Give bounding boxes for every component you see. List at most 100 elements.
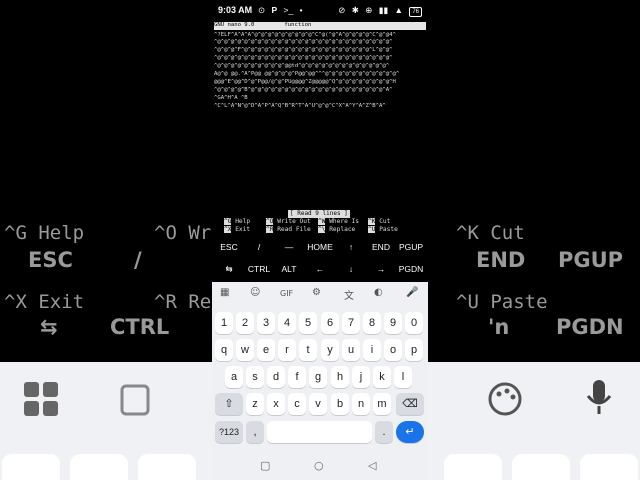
shift-key[interactable]: ⇧ [215,393,243,415]
text-line[interactable]: ^@^@^@^@^@^@^@^@^@^@^@^@^@^@^@^@^@^@^@^@… [214,39,426,47]
key-9[interactable]: 9 [384,312,402,334]
key-o[interactable]: o [384,339,402,361]
bg-key-cell [444,454,502,480]
tab-key[interactable]: ⇆ [214,264,244,275]
text-line[interactable]: ^GA^H^A ^B [214,95,426,103]
recents-icon[interactable]: ▢ [260,459,270,472]
key-1[interactable]: 1 [215,312,233,334]
dash-key[interactable]: — [274,242,304,252]
slash-key[interactable]: / [244,242,274,252]
key-c[interactable]: c [288,393,306,415]
key-k[interactable]: k [373,366,391,388]
end-key[interactable]: END [366,242,396,252]
bg-key: 'n [488,315,510,339]
shortcut-read-file[interactable]: ^R Read File [266,226,311,234]
microphone-icon[interactable]: 🎤 [406,287,418,298]
bg-help-item: ^K Cut [456,222,525,244]
shortcut-paste[interactable]: ^U Paste [368,226,398,234]
text-line[interactable]: ^@^@^@^F^@^@^@^@^@^@^@^@^@^@^@^@^@^@^@^@… [214,47,426,55]
symbols-key[interactable]: ?123 [215,421,243,443]
left-arrow-key[interactable]: ← [305,264,335,274]
ctrl-key[interactable]: CTRL [244,264,274,274]
record-icon: ⊙ [258,5,266,15]
key-2[interactable]: 2 [236,312,254,334]
key-f[interactable]: f [288,366,306,388]
settings-icon[interactable]: ⚙ [312,287,321,298]
key-3[interactable]: 3 [257,312,275,334]
shortcut-label: Where Is [329,218,359,225]
key-r[interactable]: r [278,339,296,361]
sticker-icon[interactable]: ☺ [250,287,260,298]
key-w[interactable]: w [236,339,254,361]
key-a[interactable]: a [225,366,243,388]
text-line[interactable]: ^@^@^@^@^@^@^@^@^@^@^@^@^@^@^@^@^@^@^@^@… [214,55,426,63]
period-key[interactable]: . [375,421,393,443]
shortcut-help[interactable]: ^G Help [224,218,250,226]
key-u[interactable]: u [342,339,360,361]
comma-key[interactable]: , [246,421,264,443]
apps-grid-icon[interactable]: ▦ [220,287,229,298]
status-bar: 9:03 AM ⊙ P >_ • ⊘ ✱ ⊕ ▮▮ ▲ 76 [212,0,428,20]
nano-editor[interactable]: GNU nano 9.0 function ^?ELF^A^A^A^@^@^@^@… [214,22,426,109]
key-n[interactable]: n [352,393,370,415]
alt-key[interactable]: ALT [274,264,304,274]
right-arrow-key[interactable]: → [366,264,396,274]
shortcut-replace[interactable]: ^\ Replace [318,226,355,234]
enter-key[interactable]: ↵ [396,421,424,443]
pgdn-key[interactable]: PGDN [396,264,426,274]
translate-icon[interactable]: 文 [344,287,354,302]
data-icon: ⊕ [365,5,373,15]
shortcut-write-out[interactable]: ^O Write Out [266,218,311,226]
backspace-key[interactable]: ⌫ [396,393,424,415]
battery-icon: 76 [409,7,422,17]
key-v[interactable]: v [309,393,327,415]
key-t[interactable]: t [299,339,317,361]
key-s[interactable]: s [246,366,264,388]
key-l[interactable]: l [394,366,412,388]
bg-key-cell [138,454,196,480]
text-line[interactable]: A@^@ @@.^A^P@@ @@^@^@^@^P@@^@@^^^@^@^@^@… [214,71,426,79]
sticker-icon [120,384,150,416]
bg-key: PGUP [558,248,624,272]
key-m[interactable]: m [373,393,391,415]
shortcut-where-is[interactable]: ^W Where Is [318,218,359,226]
key-g[interactable]: g [309,366,327,388]
shortcut-exit[interactable]: ^X Exit [224,226,250,234]
text-line[interactable]: ^@^@^@^@^@^@^@^@^@^@^@@td^@^@^@^@^@^@^@^… [214,63,426,71]
esc-key[interactable]: ESC [214,242,244,252]
space-key[interactable] [267,421,372,443]
text-line[interactable]: @@@^E^@@^D^@^P@@/@^@^PU@@@@^Z@@@@@^Q^@^@… [214,79,426,87]
key-y[interactable]: y [321,339,339,361]
key-h[interactable]: h [331,366,349,388]
extra-keys-row1: ESC / — HOME ↑ END PGUP [212,236,428,258]
back-icon[interactable]: ◁ [368,459,376,472]
shortcut-cut[interactable]: ^K Cut [368,218,390,226]
key-0[interactable]: 0 [405,312,423,334]
text-line[interactable]: ^?ELF^A^A^A^@^@^@^@^@^@^@^@^@^C^@(^@^A^@… [214,32,426,40]
gif-icon[interactable]: GIF [280,289,293,298]
theme-icon[interactable]: ◐ [374,287,383,298]
key-6[interactable]: 6 [321,312,339,334]
key-x[interactable]: x [267,393,285,415]
home-icon[interactable]: ○ [314,459,324,472]
key-4[interactable]: 4 [278,312,296,334]
pgup-key[interactable]: PGUP [396,242,426,252]
key-j[interactable]: j [352,366,370,388]
key-5[interactable]: 5 [299,312,317,334]
key-e[interactable]: e [257,339,275,361]
down-arrow-key[interactable]: ↓ [336,264,366,274]
text-line[interactable]: ^@^@^@^@^B^@^@^@^@^@^@^@^@^@^@^@^@^@^@^@… [214,87,426,95]
key-z[interactable]: z [246,393,264,415]
key-8[interactable]: 8 [363,312,381,334]
key-b[interactable]: b [331,393,349,415]
key-q[interactable]: q [215,339,233,361]
key-p[interactable]: p [405,339,423,361]
text-line[interactable]: ^C^L^A^N^@^D^A^P^A^Q^B^R^T^A^U^@^@^C^X^A… [214,103,426,111]
key-i[interactable]: i [363,339,381,361]
key-d[interactable]: d [267,366,285,388]
shortcut-label: Read File [277,226,311,233]
bg-key: END [476,248,526,272]
up-arrow-key[interactable]: ↑ [336,242,366,252]
key-7[interactable]: 7 [342,312,360,334]
home-key[interactable]: HOME [305,242,335,252]
